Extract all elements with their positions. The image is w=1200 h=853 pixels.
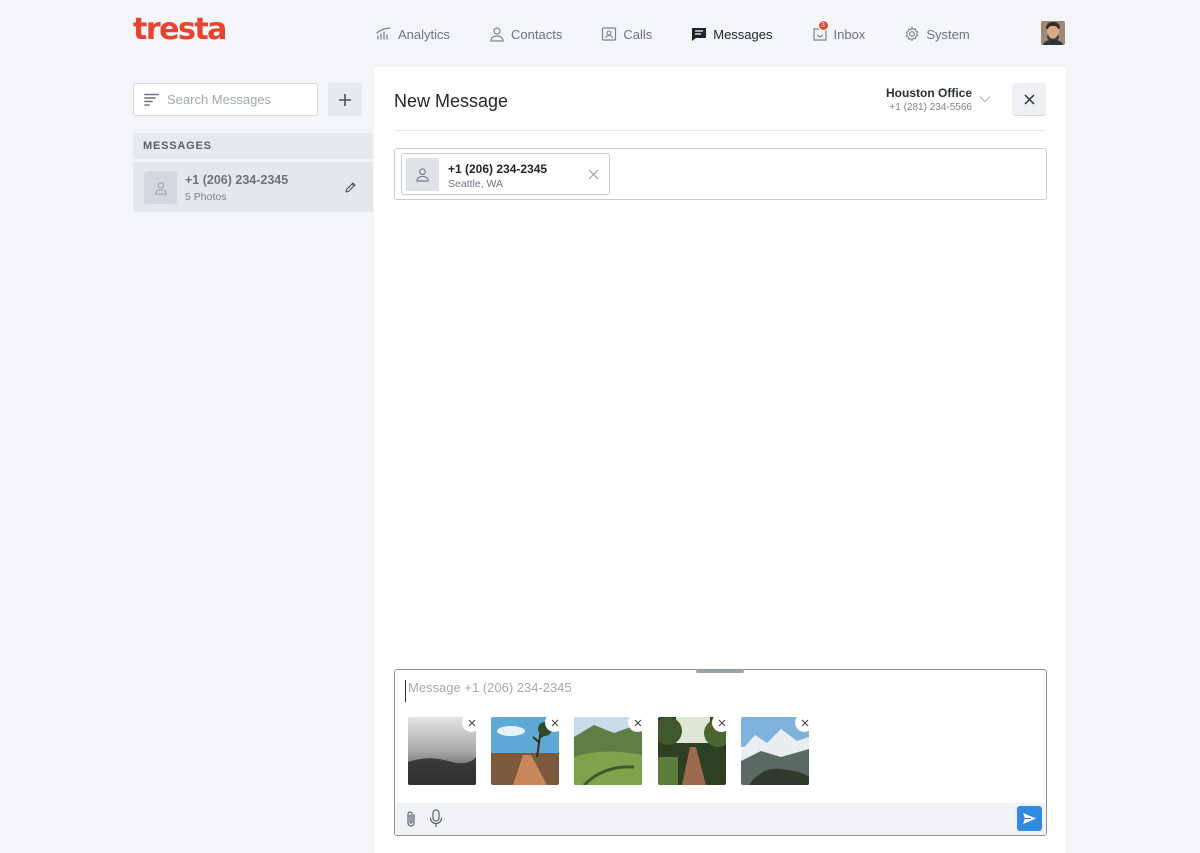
nav-label: System xyxy=(926,26,970,42)
close-icon xyxy=(634,719,641,726)
new-message-button[interactable] xyxy=(328,83,362,116)
message-composer xyxy=(394,669,1047,836)
attachment-thumbnail[interactable] xyxy=(491,713,564,785)
send-icon xyxy=(1023,813,1036,824)
close-icon xyxy=(801,719,808,726)
pencil-icon[interactable] xyxy=(344,181,357,194)
close-icon xyxy=(1023,93,1035,105)
composer-toolbar xyxy=(395,803,1046,835)
calls-icon xyxy=(602,27,617,41)
close-icon xyxy=(468,719,475,726)
recipient-field[interactable]: +1 (206) 234-2345 Seattle, WA xyxy=(394,148,1047,200)
page-title: New Message xyxy=(394,91,509,111)
chevron-down-icon[interactable] xyxy=(979,95,991,103)
attachment-thumbnail[interactable] xyxy=(408,713,481,785)
contact-avatar xyxy=(144,171,177,204)
nav-item-contacts[interactable]: Contacts xyxy=(489,26,562,42)
compose-panel: New Message Houston Office +1 (281) 234-… xyxy=(374,67,1066,853)
nav-label: Contacts xyxy=(511,26,563,42)
nav-label: Calls xyxy=(623,26,653,42)
recipient-location: Seattle, WA xyxy=(448,178,504,190)
remove-attachment-button[interactable] xyxy=(712,713,731,732)
recipient-avatar xyxy=(406,158,439,191)
person-icon xyxy=(154,181,167,195)
analytics-icon xyxy=(376,27,391,40)
nav-item-system[interactable]: System xyxy=(904,26,970,42)
remove-attachment-button[interactable] xyxy=(795,713,814,732)
attachment-thumbnail[interactable] xyxy=(741,713,814,785)
user-avatar[interactable] xyxy=(1041,21,1065,45)
remove-recipient-icon[interactable] xyxy=(588,169,599,180)
remove-attachment-button[interactable] xyxy=(628,713,647,732)
conversation-name: +1 (206) 234-2345 xyxy=(185,173,289,187)
recipient-chip[interactable]: +1 (206) 234-2345 Seattle, WA xyxy=(401,153,610,195)
send-button[interactable] xyxy=(1017,806,1042,831)
close-icon xyxy=(551,719,558,726)
sender-phone: +1 (281) 234-5566 xyxy=(889,102,972,113)
resize-handle[interactable] xyxy=(696,670,744,673)
header-divider xyxy=(394,130,1046,131)
remove-attachment-button[interactable] xyxy=(545,713,564,732)
search-field[interactable] xyxy=(133,83,318,116)
messages-icon xyxy=(692,28,707,41)
sender-name: Houston Office xyxy=(886,86,972,100)
gear-icon xyxy=(906,26,919,42)
nav-label: Inbox xyxy=(833,26,866,42)
contacts-icon xyxy=(490,27,504,42)
person-icon xyxy=(416,168,429,182)
close-icon xyxy=(718,719,725,726)
nav-label: Analytics xyxy=(398,26,451,42)
nav-item-inbox[interactable]: 3 Inbox xyxy=(812,20,866,42)
plus-icon xyxy=(339,93,351,106)
messages-section-header: MESSAGES xyxy=(133,133,373,159)
remove-attachment-button[interactable] xyxy=(462,713,481,732)
recipient-number: +1 (206) 234-2345 xyxy=(448,162,548,176)
filter-icon xyxy=(144,93,159,106)
attachment-thumbnail[interactable] xyxy=(574,713,647,785)
search-input[interactable] xyxy=(167,92,307,107)
paperclip-icon[interactable] xyxy=(404,810,418,828)
sender-selector[interactable]: Houston Office +1 (281) 234-5566 xyxy=(886,86,972,113)
conversation-preview: 5 Photos xyxy=(185,191,227,203)
main-nav: Analytics Contacts Calls Messages 3 Inbo… xyxy=(376,20,970,46)
tresta-logo[interactable]: tresta xyxy=(133,12,227,47)
close-button[interactable] xyxy=(1012,83,1046,116)
microphone-icon[interactable] xyxy=(429,809,443,828)
nav-item-messages[interactable]: Messages xyxy=(691,26,773,42)
nav-item-analytics[interactable]: Analytics xyxy=(376,26,450,42)
attachment-thumbnail[interactable] xyxy=(658,713,731,785)
nav-item-calls[interactable]: Calls xyxy=(601,26,652,42)
conversation-list-item[interactable]: +1 (206) 234-2345 5 Photos xyxy=(133,162,373,212)
message-input[interactable] xyxy=(405,680,1035,702)
inbox-badge: 3 xyxy=(817,20,829,31)
nav-label: Messages xyxy=(713,26,773,42)
